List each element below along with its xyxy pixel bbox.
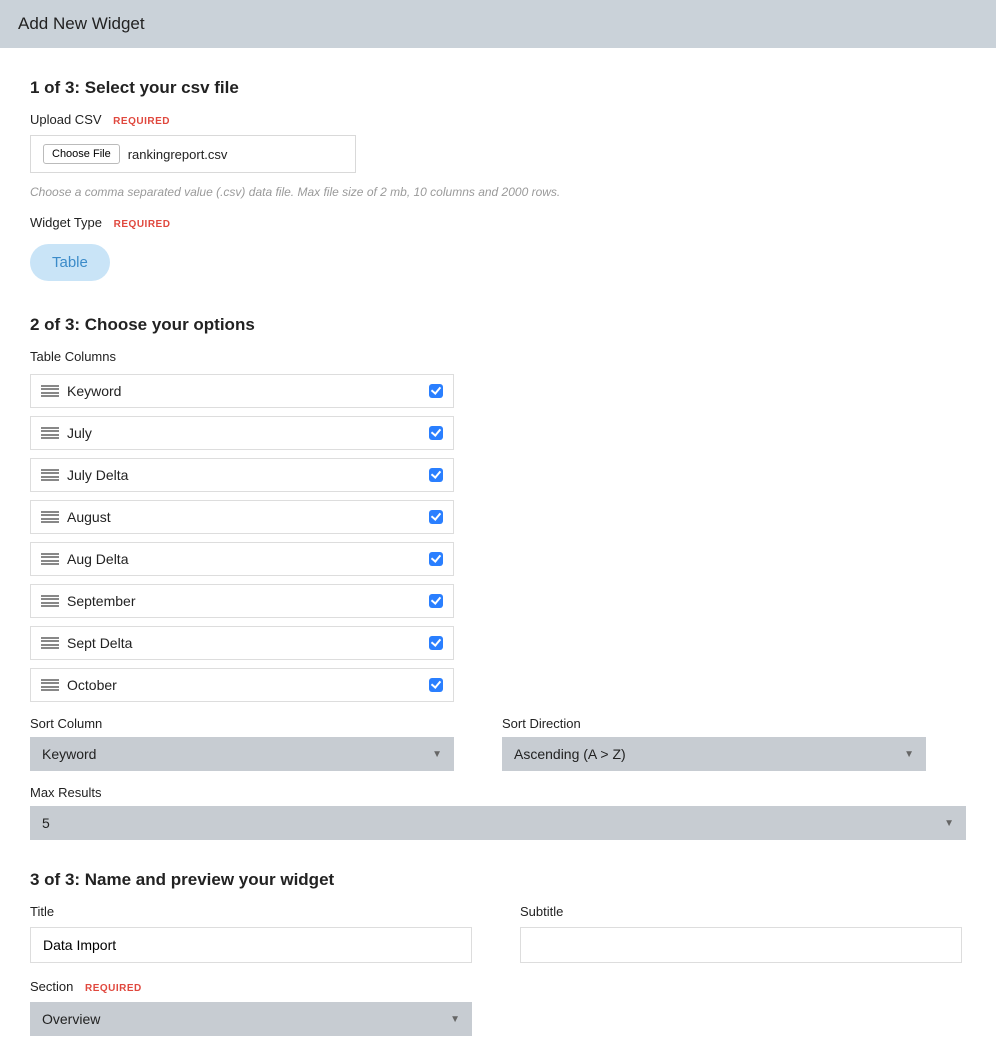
column-label: October (67, 677, 429, 693)
max-results-value: 5 (42, 815, 50, 831)
column-checkbox[interactable] (429, 510, 443, 524)
column-checkbox[interactable] (429, 552, 443, 566)
title-label: Title (30, 904, 472, 919)
subtitle-field: Subtitle (520, 904, 962, 963)
column-row[interactable]: August (30, 500, 454, 534)
max-results-select[interactable]: 5 ▼ (30, 806, 966, 840)
upload-hint: Choose a comma separated value (.csv) da… (30, 185, 966, 199)
column-checkbox[interactable] (429, 678, 443, 692)
column-row[interactable]: July (30, 416, 454, 450)
widget-type-table-pill[interactable]: Table (30, 244, 110, 281)
title-field: Title (30, 904, 472, 963)
drag-handle-icon[interactable] (41, 469, 59, 481)
section-label: Section (30, 979, 73, 994)
column-label: August (67, 509, 429, 525)
table-columns-label: Table Columns (30, 349, 966, 364)
widget-type-label-row: Widget Type REQUIRED (30, 215, 966, 230)
sort-column-label: Sort Column (30, 716, 454, 731)
subtitle-label: Subtitle (520, 904, 962, 919)
chevron-down-icon: ▼ (904, 749, 914, 760)
sort-column-field: Sort Column Keyword ▼ (30, 716, 454, 771)
chevron-down-icon: ▼ (450, 1014, 460, 1025)
sort-direction-label: Sort Direction (502, 716, 926, 731)
subtitle-input[interactable] (520, 927, 962, 963)
column-row[interactable]: July Delta (30, 458, 454, 492)
column-label: Sept Delta (67, 635, 429, 651)
column-checkbox[interactable] (429, 468, 443, 482)
chevron-down-icon: ▼ (944, 818, 954, 829)
widget-type-label: Widget Type (30, 215, 102, 230)
drag-handle-icon[interactable] (41, 427, 59, 439)
sort-column-value: Keyword (42, 746, 96, 762)
column-label: July Delta (67, 467, 429, 483)
sort-direction-select[interactable]: Ascending (A > Z) ▼ (502, 737, 926, 771)
required-tag: REQUIRED (85, 983, 142, 994)
column-label: July (67, 425, 429, 441)
drag-handle-icon[interactable] (41, 637, 59, 649)
sort-column-select[interactable]: Keyword ▼ (30, 737, 454, 771)
column-row[interactable]: September (30, 584, 454, 618)
max-results-field: Max Results 5 ▼ (30, 785, 966, 840)
drag-handle-icon[interactable] (41, 385, 59, 397)
upload-csv-label-row: Upload CSV REQUIRED (30, 112, 966, 127)
drag-handle-icon[interactable] (41, 553, 59, 565)
column-checkbox[interactable] (429, 636, 443, 650)
drag-handle-icon[interactable] (41, 511, 59, 523)
column-label: Aug Delta (67, 551, 429, 567)
title-input[interactable] (30, 927, 472, 963)
form-content: 1 of 3: Select your csv file Upload CSV … (0, 48, 996, 1058)
section-select[interactable]: Overview ▼ (30, 1002, 472, 1036)
column-checkbox[interactable] (429, 594, 443, 608)
column-row[interactable]: Keyword (30, 374, 454, 408)
column-label: September (67, 593, 429, 609)
column-checkbox[interactable] (429, 384, 443, 398)
column-checkbox[interactable] (429, 426, 443, 440)
file-input-box: Choose File rankingreport.csv (30, 135, 356, 173)
drag-handle-icon[interactable] (41, 595, 59, 607)
drag-handle-icon[interactable] (41, 679, 59, 691)
sort-direction-field: Sort Direction Ascending (A > Z) ▼ (502, 716, 926, 771)
page-header: Add New Widget (0, 0, 996, 48)
required-tag: REQUIRED (114, 219, 171, 230)
choose-file-button[interactable]: Choose File (43, 144, 120, 164)
column-row[interactable]: October (30, 668, 454, 702)
table-columns-list: Keyword July July Delta August Aug Delta Sept… (30, 374, 454, 702)
step2-title: 2 of 3: Choose your options (30, 315, 966, 335)
required-tag: REQUIRED (113, 116, 170, 127)
page-title: Add New Widget (18, 14, 145, 33)
max-results-label: Max Results (30, 785, 966, 800)
sort-direction-value: Ascending (A > Z) (514, 746, 626, 762)
upload-csv-label: Upload CSV (30, 112, 102, 127)
column-row[interactable]: Sept Delta (30, 626, 454, 660)
chevron-down-icon: ▼ (432, 749, 442, 760)
section-field: Section REQUIRED Overview ▼ (30, 979, 966, 1036)
selected-file-name: rankingreport.csv (128, 147, 228, 162)
step1-title: 1 of 3: Select your csv file (30, 78, 966, 98)
step3-title: 3 of 3: Name and preview your widget (30, 870, 966, 890)
section-value: Overview (42, 1011, 100, 1027)
column-label: Keyword (67, 383, 429, 399)
column-row[interactable]: Aug Delta (30, 542, 454, 576)
